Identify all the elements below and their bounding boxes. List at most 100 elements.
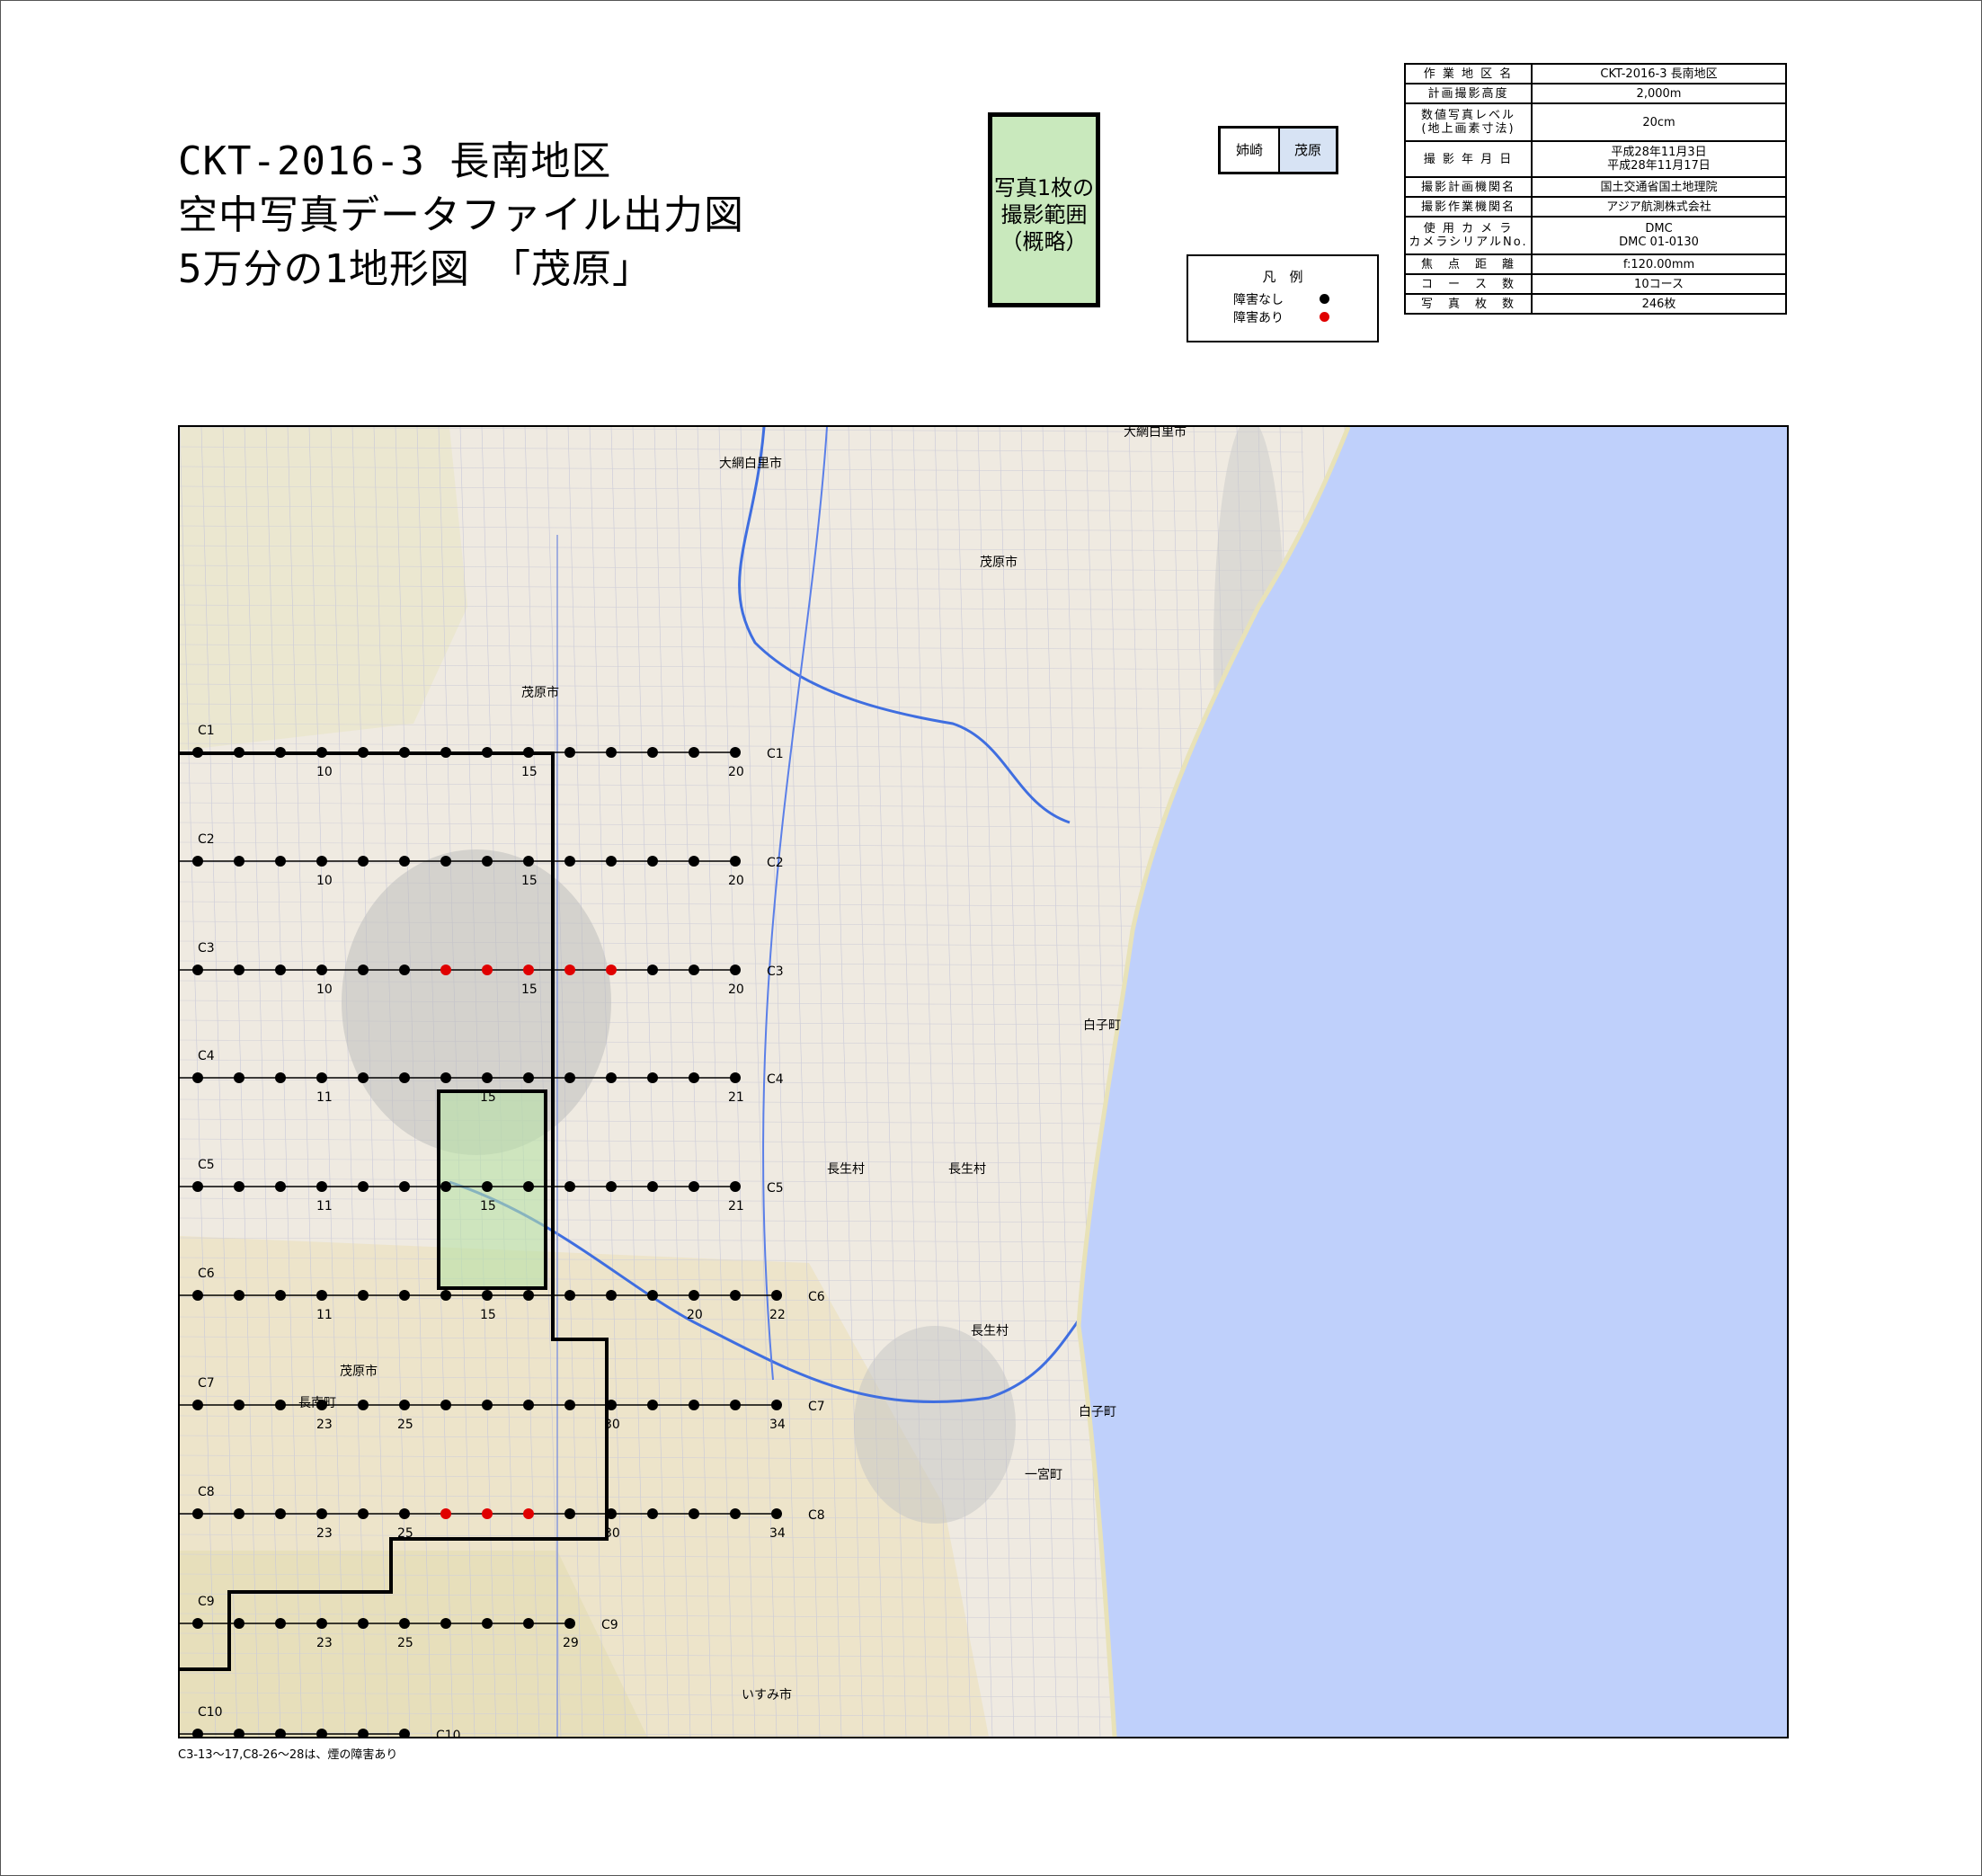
photo-point: [358, 1181, 369, 1192]
course-label: C10: [198, 1705, 223, 1720]
info-key: 焦 点 距 離: [1404, 253, 1533, 275]
photo-number: 15: [480, 1308, 496, 1322]
info-key: 撮影作業機関名: [1404, 196, 1533, 218]
course-label-right: C9: [601, 1618, 618, 1632]
info-value: 国土交通省国土地理院: [1531, 176, 1787, 198]
photo-point: [275, 1618, 286, 1629]
photo-point: [606, 1400, 617, 1410]
photo-point: [234, 1400, 244, 1410]
photo-point: [440, 1181, 451, 1192]
info-row: 撮影計画機関名 国土交通省国土地理院: [1404, 176, 1787, 198]
photo-point: [275, 1290, 286, 1301]
photo-number: 20: [728, 765, 744, 779]
info-row: 写 真 枚 数 246枚: [1404, 293, 1787, 315]
photo-point: [192, 747, 203, 758]
legend-no-obstacle-label: 障害なし: [1233, 293, 1284, 307]
photo-point: [647, 1508, 658, 1519]
photo-point: [192, 856, 203, 867]
photo-number: 34: [769, 1526, 786, 1541]
place-label: 大網白里市: [719, 456, 782, 471]
course-label-right: C1: [767, 747, 784, 761]
photo-point-obstacle: [564, 965, 575, 975]
info-row: コ ー ス 数 10コース: [1404, 273, 1787, 295]
photo-point: [358, 856, 369, 867]
title-line-1: CKT-2016-3 長南地区: [178, 138, 612, 184]
place-label: 茂原市: [521, 685, 559, 700]
sheet-index: 姉崎 茂原: [1218, 126, 1338, 174]
legend-black-dot-icon: [1320, 294, 1329, 304]
photo-number: 23: [316, 1418, 333, 1432]
photo-point: [399, 1290, 410, 1301]
sheet-index-left: 姉崎: [1235, 142, 1263, 158]
photo-point: [234, 1508, 244, 1519]
photo-point: [482, 1290, 493, 1301]
photo-point: [647, 856, 658, 867]
field-line: [180, 822, 1304, 829]
photo-point: [275, 1072, 286, 1083]
photo-point: [482, 1181, 493, 1192]
photo-number: 10: [316, 874, 333, 888]
photo-point: [316, 1181, 327, 1192]
photo-point: [316, 747, 327, 758]
photo-point: [192, 1400, 203, 1410]
photo-point: [647, 747, 658, 758]
photo-point: [316, 1400, 327, 1410]
photo-number: 11: [316, 1090, 333, 1105]
info-value: CKT-2016-3 長南地区: [1531, 63, 1787, 84]
field-line: [180, 742, 1304, 750]
place-label: 茂原市: [980, 555, 1018, 570]
course-label-right: C7: [808, 1400, 825, 1414]
course-label: C5: [198, 1158, 215, 1172]
photo-number: 21: [728, 1090, 744, 1105]
photo-number: 15: [521, 765, 538, 779]
course-label: C9: [198, 1595, 215, 1609]
photo-number: 23: [316, 1636, 333, 1650]
photo-point: [689, 1181, 699, 1192]
info-key: コ ー ス 数: [1404, 273, 1533, 295]
photo-number: 15: [521, 982, 538, 997]
info-row: 計画撮影高度 2,000m: [1404, 83, 1787, 104]
photo-point: [564, 856, 575, 867]
photo-point: [523, 1181, 534, 1192]
photo-point: [192, 1508, 203, 1519]
photo-point: [192, 965, 203, 975]
photo-point: [564, 1508, 575, 1519]
photo-point: [358, 1618, 369, 1629]
info-row: 撮 影 年 月 日平成28年11月3日 平成28年11月17日: [1404, 140, 1787, 178]
photo-number: 21: [728, 1199, 744, 1214]
info-row: 作 業 地 区 名 CKT-2016-3 長南地区: [1404, 63, 1787, 84]
photo-point: [234, 1290, 244, 1301]
photo-number: 10: [316, 982, 333, 997]
course-label: C1: [198, 724, 215, 738]
photo-point: [275, 1400, 286, 1410]
photo-point: [647, 965, 658, 975]
course-label-right: C6: [808, 1290, 825, 1304]
photo-point: [316, 1290, 327, 1301]
photo-point: [358, 965, 369, 975]
info-key: 作 業 地 区 名: [1404, 63, 1533, 84]
photo-number: 30: [604, 1418, 620, 1432]
photo-point: [523, 1072, 534, 1083]
photo-number: 15: [480, 1090, 496, 1105]
field-line: [1063, 427, 1101, 1737]
photo-point: [689, 1400, 699, 1410]
info-value: アジア航測株式会社: [1531, 196, 1787, 218]
course-label-right: C5: [767, 1181, 784, 1196]
page-title: CKT-2016-3 長南地区 空中写真データファイル出力図 5万分の1地形図 …: [178, 135, 744, 297]
photo-point: [399, 965, 410, 975]
course-label-right: C2: [767, 856, 784, 870]
photo-point: [606, 1508, 617, 1519]
photo-point: [440, 856, 451, 867]
course-label-right: C8: [808, 1508, 825, 1523]
photo-point: [440, 1072, 451, 1083]
photo-coverage-sample: 写真1枚の 撮影範囲 （概略）: [988, 112, 1100, 307]
river-central: [762, 427, 828, 1381]
photo-point: [606, 747, 617, 758]
photo-point: [564, 1290, 575, 1301]
place-label: 長生村: [948, 1162, 986, 1177]
course-label: C7: [198, 1376, 215, 1391]
photo-point: [689, 1072, 699, 1083]
topographic-map[interactable]: 大網白里市 大網白里市 茂原市 茂原市 長生村 長生村 長生村 白子町 白子町 一宮町 いすみ市 茂原…: [178, 425, 1789, 1738]
photo-point: [730, 965, 741, 975]
photo-point: [192, 1072, 203, 1083]
